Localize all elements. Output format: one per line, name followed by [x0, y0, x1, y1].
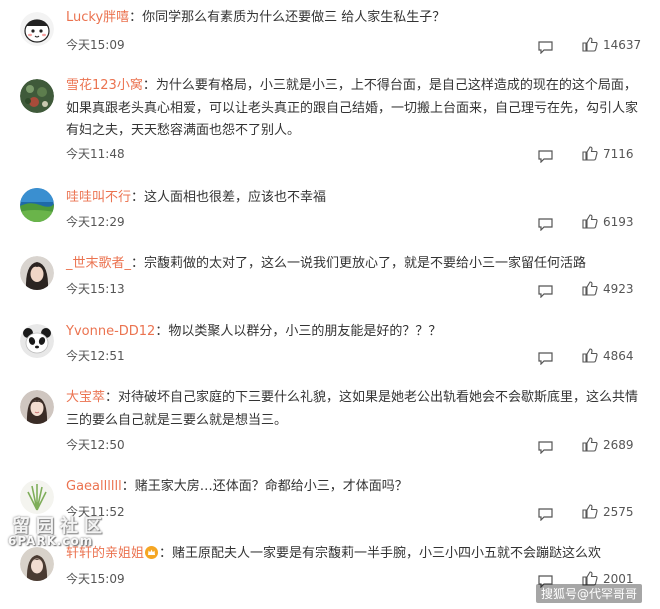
like-button[interactable]: 2689	[582, 437, 634, 452]
like-count: 2575	[603, 504, 634, 519]
comment-username[interactable]: 哇哇叫不行	[66, 190, 131, 205]
landscape-avatar[interactable]	[20, 188, 54, 222]
woman-avatar[interactable]	[20, 390, 54, 424]
like-button[interactable]: 14637	[582, 37, 641, 52]
comment-username[interactable]: Lucky胖嘻	[66, 10, 129, 25]
comment-username[interactable]: _世末歌者_	[66, 256, 131, 271]
flower-avatar[interactable]	[20, 79, 54, 113]
comment-username[interactable]: 雪花123小窝	[66, 78, 143, 93]
comment-text: Gaeallllll：赌王家大房…还体面？命都给小三，才体面吗？	[66, 476, 644, 499]
comment-text: 大宝萃：对待破坏自己家庭的下三要什么礼貌，这如果是她老公出轨看她会不会歇斯底里，…	[66, 387, 644, 432]
comment-body: ：物以类聚人以群分，小三的朋友能是好的？？？	[155, 324, 442, 339]
comment-time: 今天11:48	[66, 147, 125, 161]
comment-icon[interactable]	[538, 39, 553, 55]
comment-time: 今天15:09	[66, 572, 125, 586]
comment-body: ：这人面相也很差，应该也不幸福	[131, 190, 327, 205]
like-button[interactable]: 6193	[582, 214, 634, 229]
comment-time: 今天12:51	[66, 349, 125, 363]
like-button[interactable]: 4864	[582, 348, 634, 363]
panda-avatar[interactable]	[20, 324, 54, 358]
thumbs-up-icon	[582, 146, 598, 161]
comment-body: ：宗馥莉做的太对了，这么一说我们更放心了，就是不要给小三一家留任何活路	[131, 256, 587, 271]
like-count: 2689	[603, 437, 634, 452]
comment-text: Yvonne-DD12：物以类聚人以群分，小三的朋友能是好的？？？	[66, 321, 644, 344]
like-count: 4864	[603, 348, 634, 363]
like-button[interactable]: 4923	[582, 281, 634, 296]
thumbs-up-icon	[582, 281, 598, 296]
comment-icon[interactable]	[538, 350, 553, 366]
like-count: 6193	[603, 214, 634, 229]
like-button[interactable]: 7116	[582, 146, 634, 161]
comment-time: 今天15:13	[66, 282, 125, 296]
thumbs-up-icon	[582, 348, 598, 363]
comment-text: 雪花123小窝：为什么要有格局，小三就是小三，上不得台面，是自己这样造成的现在的…	[66, 75, 644, 143]
thumbs-up-icon	[582, 214, 598, 229]
like-count: 4923	[603, 281, 634, 296]
comment-text: _世末歌者_：宗馥莉做的太对了，这么一说我们更放心了，就是不要给小三一家留任何活…	[66, 253, 644, 276]
comment-body: ：你同学那么有素质为什么还要做三 给人家生私生子？	[129, 10, 446, 25]
comment-time: 今天12:50	[66, 438, 125, 452]
girl-avatar[interactable]	[20, 547, 54, 581]
watermark-en-text: 6PARK.com	[8, 534, 94, 548]
comment-text: 哇哇叫不行：这人面相也很差，应该也不幸福	[66, 187, 644, 210]
like-count: 7116	[603, 146, 634, 161]
thumbs-up-icon	[582, 37, 598, 52]
comment-icon[interactable]	[538, 506, 553, 522]
like-button[interactable]: 2575	[582, 504, 634, 519]
comment-username[interactable]: Yvonne-DD12	[66, 324, 155, 339]
comment-body: ：为什么要有格局，小三就是小三，上不得台面，是自己这样造成的现在的这个局面，如果…	[66, 78, 639, 138]
comment-time: 今天15:09	[66, 38, 125, 52]
comment-icon[interactable]	[538, 148, 553, 164]
comment-text: Lucky胖嘻：你同学那么有素质为什么还要做三 给人家生私生子？	[66, 7, 644, 30]
thumbs-up-icon	[582, 504, 598, 519]
comment-body: ：赌王家大房…还体面？命都给小三，才体面吗？	[121, 479, 408, 494]
comment-text: 轩轩的亲姐姐 ：赌王原配夫人一家要是有宗馥莉一半手腕，小三小四小五就不会蹦跶这么欢	[66, 543, 644, 568]
woman-avatar[interactable]	[20, 256, 54, 290]
comment-time: 今天12:29	[66, 215, 125, 229]
watermark-sohu: 搜狐号@代罕哥哥	[536, 584, 643, 603]
comment-icon[interactable]	[538, 283, 553, 299]
thumbs-up-icon	[582, 437, 598, 452]
comment-username[interactable]: Gaeallllll	[66, 479, 122, 494]
comment-icon[interactable]	[538, 439, 553, 455]
grass-avatar[interactable]	[20, 480, 54, 514]
comment-body: ：对待破坏自己家庭的下三要什么礼貌，这如果是她老公出轨看她会不会歇斯底里，这么共…	[66, 390, 639, 428]
comment-username[interactable]: 大宝萃	[66, 390, 105, 405]
cartoon-face-avatar[interactable]	[20, 12, 54, 46]
like-count: 14637	[603, 37, 642, 52]
watermark-6park: 留园社区 6PARK.com	[0, 512, 120, 552]
crown-icon	[145, 545, 159, 568]
comment-icon[interactable]	[538, 216, 553, 232]
comment-body: ：赌王原配夫人一家要是有宗馥莉一半手腕，小三小四小五就不会蹦跶这么欢	[159, 546, 602, 561]
